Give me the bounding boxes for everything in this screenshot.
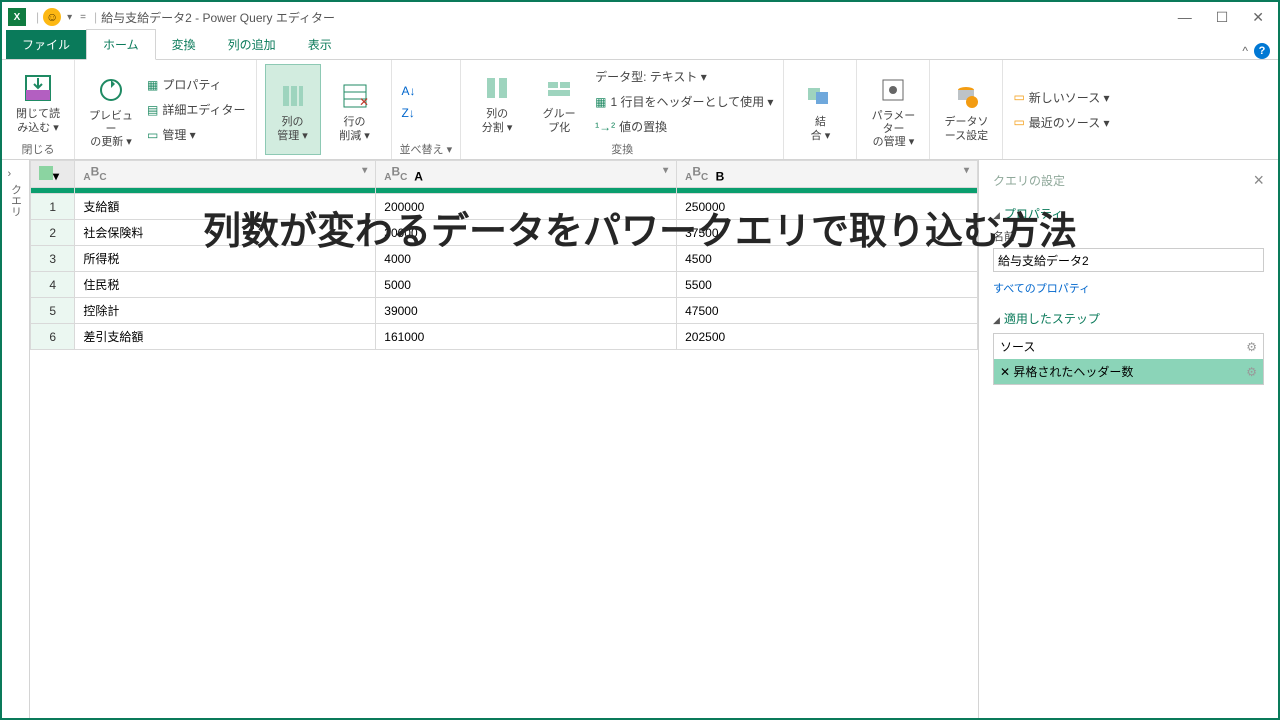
- table-row[interactable]: 3所得税40004500: [31, 246, 978, 272]
- table-row[interactable]: 4住民税50005500: [31, 272, 978, 298]
- expand-queries-icon[interactable]: ›: [8, 168, 24, 180]
- group-by-button[interactable]: グルー プ化: [531, 64, 587, 139]
- title-bar: X | ☺ ▾ = | 給与支給データ2 - Power Query エディター…: [2, 2, 1278, 32]
- cell[interactable]: 200000: [376, 194, 677, 220]
- cell[interactable]: 30000: [376, 220, 677, 246]
- datasource-settings-button[interactable]: データソ ース設定: [938, 64, 994, 155]
- ribbon: 閉じて読 み込む ▾ 閉じる プレビュー の更新 ▾ ▦プロパティ ▤詳細エディ…: [2, 60, 1278, 160]
- close-load-button[interactable]: 閉じて読 み込む ▾: [10, 64, 66, 139]
- manage-button[interactable]: ▭管理 ▾: [145, 124, 248, 145]
- grid-corner[interactable]: ▾: [31, 161, 75, 188]
- table-row[interactable]: 6差引支給額161000202500: [31, 324, 978, 350]
- table-row[interactable]: 5控除計3900047500: [31, 298, 978, 324]
- cell[interactable]: 所得税: [75, 246, 376, 272]
- tab-file[interactable]: ファイル: [6, 30, 86, 59]
- manage-columns-button[interactable]: 列の 管理 ▾: [265, 64, 321, 155]
- name-label: 名前: [993, 231, 1015, 243]
- row-number[interactable]: 2: [31, 220, 75, 246]
- applied-steps-list: ソース⚙✕ 昇格されたヘッダー数⚙: [993, 333, 1264, 385]
- cell[interactable]: 5500: [677, 272, 978, 298]
- query-settings-pane: クエリの設定 × プロパティ 名前 すべてのプロパティ 適用したステップ ソース⚙…: [978, 160, 1278, 718]
- table-row[interactable]: 2社会保険料3000037500: [31, 220, 978, 246]
- excel-icon: X: [8, 8, 26, 26]
- settings-title: クエリの設定: [993, 172, 1065, 189]
- step-gear-icon[interactable]: ⚙: [1246, 365, 1257, 379]
- cell[interactable]: 250000: [677, 194, 978, 220]
- replace-values-button[interactable]: ¹→²値の置換: [593, 116, 775, 137]
- cell[interactable]: 39000: [376, 298, 677, 324]
- all-properties-link[interactable]: すべてのプロパティ: [993, 280, 1090, 296]
- close-settings-icon[interactable]: ×: [1253, 170, 1264, 191]
- properties-section-header[interactable]: プロパティ: [993, 205, 1264, 222]
- help-icon[interactable]: ?: [1254, 43, 1270, 59]
- window-title: 給与支給データ2 - Power Query エディター: [101, 9, 335, 26]
- datatype-button[interactable]: データ型: テキスト ▾: [593, 66, 775, 87]
- tab-addcolumn[interactable]: 列の追加: [212, 30, 292, 59]
- new-source-button[interactable]: ▭新しいソース ▾: [1011, 87, 1111, 108]
- row-number[interactable]: 6: [31, 324, 75, 350]
- row-number[interactable]: 5: [31, 298, 75, 324]
- applied-step[interactable]: ✕ 昇格されたヘッダー数⚙: [994, 359, 1263, 384]
- cell[interactable]: 5000: [376, 272, 677, 298]
- tab-home[interactable]: ホーム: [86, 29, 156, 60]
- data-grid[interactable]: ▾ ABC▾ ABC A▾ ABC B▾ 1支給額2000002500002社会…: [30, 160, 978, 350]
- cell[interactable]: 202500: [677, 324, 978, 350]
- sort-asc-button[interactable]: A↓: [400, 82, 418, 100]
- cell[interactable]: 社会保険料: [75, 220, 376, 246]
- qat-dropdown-icon[interactable]: ▾: [67, 12, 72, 23]
- tab-view[interactable]: 表示: [292, 30, 348, 59]
- advanced-editor-button[interactable]: ▤詳細エディター: [145, 99, 248, 120]
- column-header-3[interactable]: ABC B▾: [677, 161, 978, 188]
- minimize-button[interactable]: —: [1178, 9, 1192, 26]
- applied-steps-header[interactable]: 適用したステップ: [993, 310, 1264, 327]
- maximize-button[interactable]: ☐: [1216, 9, 1229, 26]
- combine-button[interactable]: 結 合 ▾: [792, 64, 848, 155]
- ribbon-tabs: ファイル ホーム 変換 列の追加 表示 ^ ?: [2, 32, 1278, 60]
- row-number[interactable]: 3: [31, 246, 75, 272]
- refresh-preview-button[interactable]: プレビュー の更新 ▾: [83, 64, 139, 155]
- parameters-button[interactable]: パラメーター の管理 ▾: [865, 64, 921, 155]
- smiley-icon[interactable]: ☺: [43, 8, 61, 26]
- row-number[interactable]: 1: [31, 194, 75, 220]
- svg-text:✕: ✕: [359, 95, 369, 109]
- cell[interactable]: 4000: [376, 246, 677, 272]
- table-row[interactable]: 1支給額200000250000: [31, 194, 978, 220]
- cell[interactable]: 控除計: [75, 298, 376, 324]
- cell[interactable]: 住民税: [75, 272, 376, 298]
- cell[interactable]: 4500: [677, 246, 978, 272]
- column-header-1[interactable]: ABC▾: [75, 161, 376, 188]
- close-button[interactable]: ✕: [1252, 9, 1264, 26]
- step-gear-icon[interactable]: ⚙: [1246, 340, 1257, 354]
- column-header-2[interactable]: ABC A▾: [376, 161, 677, 188]
- queries-pane-collapsed[interactable]: › クエリ: [2, 160, 30, 718]
- recent-source-button[interactable]: ▭最近のソース ▾: [1011, 112, 1111, 133]
- cell[interactable]: 47500: [677, 298, 978, 324]
- first-row-header-button[interactable]: ▦1 行目をヘッダーとして使用 ▾: [593, 91, 775, 112]
- cell[interactable]: 37500: [677, 220, 978, 246]
- applied-step[interactable]: ソース⚙: [994, 334, 1263, 359]
- sort-desc-button[interactable]: Z↓: [400, 104, 418, 122]
- row-number[interactable]: 4: [31, 272, 75, 298]
- split-column-button[interactable]: 列の 分割 ▾: [469, 64, 525, 139]
- query-name-input[interactable]: [993, 248, 1264, 272]
- properties-button[interactable]: ▦プロパティ: [145, 74, 248, 95]
- tab-transform[interactable]: 変換: [156, 30, 212, 59]
- ribbon-collapse-icon[interactable]: ^: [1242, 44, 1248, 58]
- cell[interactable]: 支給額: [75, 194, 376, 220]
- reduce-rows-button[interactable]: ✕ 行の 削減 ▾: [327, 64, 383, 155]
- cell[interactable]: 161000: [376, 324, 677, 350]
- cell[interactable]: 差引支給額: [75, 324, 376, 350]
